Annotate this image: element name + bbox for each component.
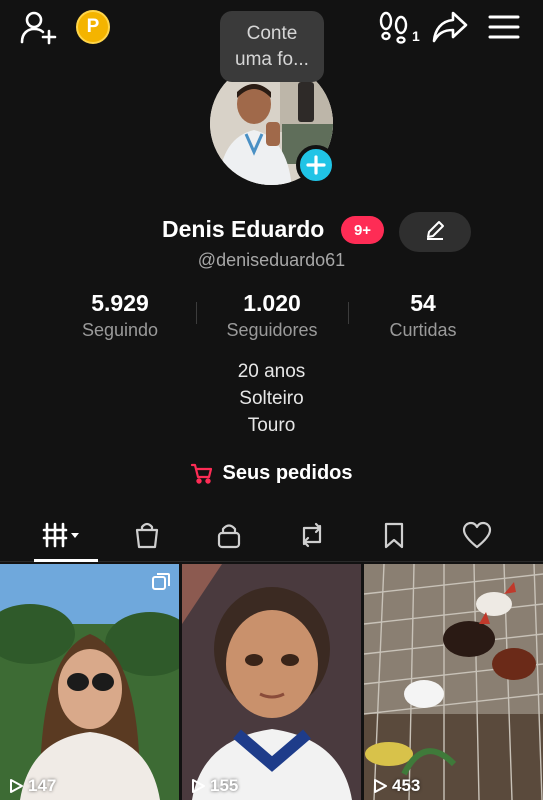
story-prompt-line2: uma fo... bbox=[235, 49, 309, 70]
heart-icon bbox=[462, 521, 492, 549]
stat-following-label: Seguindo bbox=[81, 320, 159, 340]
lock-icon bbox=[217, 524, 241, 549]
tab-saved[interactable] bbox=[354, 510, 434, 560]
edit-profile-button[interactable] bbox=[399, 212, 471, 252]
video-grid: 147 155 453 bbox=[0, 564, 543, 800]
active-tab-indicator bbox=[34, 559, 98, 562]
video-thumbnail[interactable]: 147 bbox=[0, 564, 179, 800]
stat-likes[interactable]: 54 Curtidas bbox=[348, 288, 498, 342]
profile-views-count: 1 bbox=[412, 28, 420, 44]
repost-icon bbox=[302, 522, 322, 548]
shopping-cart-icon bbox=[191, 463, 213, 484]
hamburger-menu-icon[interactable] bbox=[484, 8, 524, 46]
notification-badge[interactable]: 9+ bbox=[341, 216, 384, 244]
bookmark-icon bbox=[384, 522, 404, 549]
orders-label: Seus pedidos bbox=[222, 461, 353, 484]
person-add-icon[interactable] bbox=[18, 8, 60, 46]
share-icon[interactable] bbox=[430, 8, 470, 46]
stat-followers-label: Seguidores bbox=[226, 320, 318, 340]
bio-line: 20 anos bbox=[237, 361, 306, 382]
play-icon bbox=[10, 779, 23, 793]
video-views: 155 bbox=[190, 776, 238, 796]
name-row: Denis Eduardo 9+ bbox=[0, 212, 543, 252]
stat-likes-value: 54 bbox=[410, 290, 436, 316]
video-thumbnail[interactable]: 155 bbox=[182, 564, 361, 800]
footprints-icon[interactable] bbox=[376, 9, 412, 45]
tab-private[interactable] bbox=[189, 510, 269, 560]
orders-link[interactable]: Seus pedidos bbox=[0, 458, 543, 488]
username-handle: @deniseduardo61 bbox=[197, 250, 346, 270]
coin-letter: P bbox=[86, 16, 100, 37]
story-prompt-line1: Conte bbox=[246, 23, 298, 44]
pencil-icon bbox=[424, 219, 446, 246]
coin-icon[interactable]: P bbox=[76, 10, 110, 44]
video-views: 453 bbox=[372, 776, 420, 796]
shopping-bag-icon bbox=[135, 522, 159, 549]
display-name: Denis Eduardo bbox=[162, 216, 325, 242]
video-views: 147 bbox=[8, 776, 56, 796]
tab-shop[interactable] bbox=[107, 510, 187, 560]
play-icon bbox=[192, 779, 205, 793]
tab-videos[interactable] bbox=[26, 510, 106, 560]
bio: 20 anos Solteiro Touro bbox=[0, 358, 543, 439]
stat-following[interactable]: 5.929 Seguindo bbox=[45, 288, 195, 342]
videos-grid-icon bbox=[42, 522, 79, 548]
video-thumbnail[interactable]: 453 bbox=[364, 564, 543, 800]
video-views-count: 155 bbox=[210, 776, 239, 795]
tab-reposts[interactable] bbox=[272, 510, 352, 560]
bio-line: Touro bbox=[247, 415, 296, 436]
content-tabs bbox=[0, 510, 543, 562]
stat-followers[interactable]: 1.020 Seguidores bbox=[197, 288, 347, 342]
bio-line: Solteiro bbox=[239, 388, 304, 409]
plus-icon[interactable] bbox=[296, 145, 336, 185]
tab-liked[interactable] bbox=[437, 510, 517, 560]
profile-stats: 5.929 Seguindo 1.020 Seguidores 54 Curti… bbox=[0, 288, 543, 348]
multi-photo-icon bbox=[151, 572, 171, 597]
video-views-count: 147 bbox=[28, 776, 57, 795]
stat-likes-label: Curtidas bbox=[389, 320, 457, 340]
stat-followers-value: 1.020 bbox=[243, 290, 301, 316]
story-prompt-bubble[interactable]: Conte uma fo... bbox=[220, 11, 324, 82]
play-icon bbox=[374, 779, 387, 793]
video-views-count: 453 bbox=[392, 776, 421, 795]
stat-following-value: 5.929 bbox=[91, 290, 149, 316]
